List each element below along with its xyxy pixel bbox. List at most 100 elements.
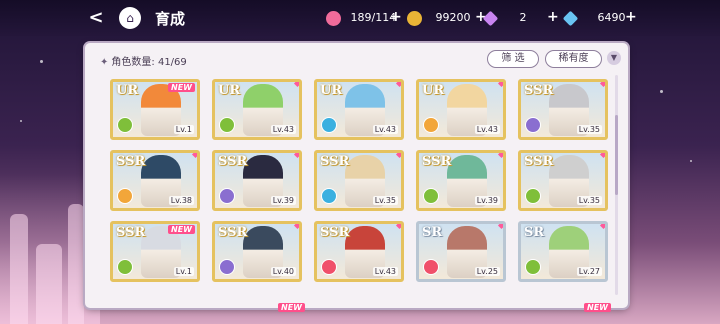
level-label: Lv.35 bbox=[576, 196, 602, 205]
character-card[interactable]: SSR Lv.39 bbox=[416, 150, 506, 211]
resource-blue-gem: 6490 + bbox=[562, 9, 637, 27]
character-card[interactable]: SSR Lv.35 bbox=[314, 150, 404, 211]
rarity-badge: SSR bbox=[116, 154, 146, 169]
character-count: ✦ 角色数量: 41/69 bbox=[100, 53, 187, 68]
attribute-icon bbox=[321, 117, 337, 133]
chevron-down-icon: ▼ bbox=[610, 53, 618, 62]
corner-gem-icon bbox=[293, 224, 299, 230]
attribute-icon bbox=[321, 188, 337, 204]
home-button[interactable]: ⌂ bbox=[119, 7, 141, 29]
level-label: Lv.35 bbox=[576, 125, 602, 134]
rarity-badge: SR bbox=[422, 225, 443, 240]
corner-gem-icon bbox=[599, 153, 605, 159]
rarity-badge: SSR bbox=[116, 225, 146, 240]
pink-gem-icon bbox=[482, 10, 499, 26]
level-label: Lv.39 bbox=[270, 196, 296, 205]
attribute-icon bbox=[117, 188, 133, 204]
sparkle bbox=[20, 120, 22, 122]
rarity-badge: SSR bbox=[524, 83, 554, 98]
new-badge: NEW bbox=[168, 83, 195, 92]
count-value: 41/69 bbox=[157, 57, 187, 68]
add-pink-gem-button[interactable]: + bbox=[547, 8, 559, 26]
top-bar: < ⌂ 育成 189/114 + 99200 + 2 + 6490 + bbox=[0, 0, 720, 36]
corner-gem-icon bbox=[395, 82, 401, 88]
character-card[interactable]: SR Lv.27 bbox=[518, 221, 608, 282]
scrollbar[interactable] bbox=[615, 75, 618, 295]
attribute-icon bbox=[423, 117, 439, 133]
rarity-badge: UR bbox=[320, 83, 343, 98]
rarity-badge: SSR bbox=[320, 154, 350, 169]
corner-gem-icon bbox=[395, 153, 401, 159]
rarity-badge: UR bbox=[116, 83, 139, 98]
resource-value: 6490 bbox=[597, 11, 626, 24]
rarity-badge: SSR bbox=[218, 154, 248, 169]
character-card[interactable]: SSR Lv.39 bbox=[212, 150, 302, 211]
sparkle bbox=[660, 90, 663, 93]
rarity-badge: SSR bbox=[422, 154, 452, 169]
attribute-icon bbox=[117, 117, 133, 133]
corner-gem-icon bbox=[497, 153, 503, 159]
corner-gem-icon bbox=[497, 224, 503, 230]
rarity-badge: SR bbox=[524, 225, 545, 240]
rarity-badge: SSR bbox=[218, 225, 248, 240]
back-button[interactable]: < bbox=[84, 7, 108, 29]
attribute-icon bbox=[525, 259, 541, 275]
corner-gem-icon bbox=[293, 153, 299, 159]
character-card[interactable]: UR Lv.43 bbox=[212, 79, 302, 140]
rarity-badge: UR bbox=[218, 83, 241, 98]
level-label: Lv.39 bbox=[474, 196, 500, 205]
resource-value: 2 bbox=[519, 11, 527, 24]
gold-coin-icon bbox=[407, 10, 422, 26]
corner-gem-icon bbox=[191, 153, 197, 159]
character-card[interactable]: SSR Lv.1 NEW bbox=[110, 221, 200, 282]
corner-gem-icon bbox=[293, 82, 299, 88]
filter-button[interactable]: 筛 选 bbox=[487, 50, 539, 68]
add-candy-button[interactable]: + bbox=[390, 8, 402, 26]
scroll-thumb[interactable] bbox=[615, 115, 618, 195]
level-label: Lv.43 bbox=[372, 267, 398, 276]
new-badge: NEW bbox=[584, 295, 611, 312]
back-arrow-icon: < bbox=[88, 7, 104, 28]
candy-icon bbox=[326, 10, 341, 26]
level-label: Lv.27 bbox=[576, 267, 602, 276]
sort-order-button[interactable]: ▼ bbox=[607, 51, 621, 65]
new-badge: NEW bbox=[278, 295, 305, 312]
level-label: Lv.43 bbox=[372, 125, 398, 134]
corner-gem-icon bbox=[395, 224, 401, 230]
attribute-icon bbox=[423, 259, 439, 275]
character-card[interactable]: SSR Lv.43 bbox=[314, 221, 404, 282]
attribute-icon bbox=[525, 188, 541, 204]
sort-button[interactable]: 稀有度 bbox=[545, 50, 602, 68]
level-label: Lv.35 bbox=[372, 196, 398, 205]
sparkle bbox=[690, 160, 692, 162]
level-label: Lv.38 bbox=[168, 196, 194, 205]
new-badge-text: NEW bbox=[584, 303, 611, 312]
rarity-badge: SSR bbox=[320, 225, 350, 240]
resource-pink-gem: 2 + bbox=[482, 9, 559, 27]
resource-candy: 189/114 + bbox=[326, 9, 402, 27]
rarity-badge: UR bbox=[422, 83, 445, 98]
rarity-badge: SSR bbox=[524, 154, 554, 169]
character-card[interactable]: UR Lv.43 bbox=[416, 79, 506, 140]
character-card[interactable]: SSR Lv.35 bbox=[518, 79, 608, 140]
character-card[interactable]: SSR Lv.38 bbox=[110, 150, 200, 211]
character-card[interactable]: SSR Lv.40 bbox=[212, 221, 302, 282]
level-label: Lv.1 bbox=[173, 125, 194, 134]
attribute-icon bbox=[321, 259, 337, 275]
diamond-bullet-icon: ✦ bbox=[100, 57, 109, 68]
new-badge-text: NEW bbox=[278, 303, 305, 312]
attribute-icon bbox=[423, 188, 439, 204]
character-card[interactable]: UR Lv.43 bbox=[314, 79, 404, 140]
character-card[interactable]: UR Lv.1 NEW bbox=[110, 79, 200, 140]
attribute-icon bbox=[117, 259, 133, 275]
corner-gem-icon bbox=[599, 82, 605, 88]
attribute-icon bbox=[219, 117, 235, 133]
home-icon: ⌂ bbox=[126, 11, 134, 25]
attribute-icon bbox=[219, 259, 235, 275]
attribute-icon bbox=[525, 117, 541, 133]
character-card[interactable]: SSR Lv.35 bbox=[518, 150, 608, 211]
add-blue-gem-button[interactable]: + bbox=[625, 8, 637, 26]
level-label: Lv.43 bbox=[474, 125, 500, 134]
level-label: Lv.40 bbox=[270, 267, 296, 276]
character-card[interactable]: SR Lv.25 bbox=[416, 221, 506, 282]
